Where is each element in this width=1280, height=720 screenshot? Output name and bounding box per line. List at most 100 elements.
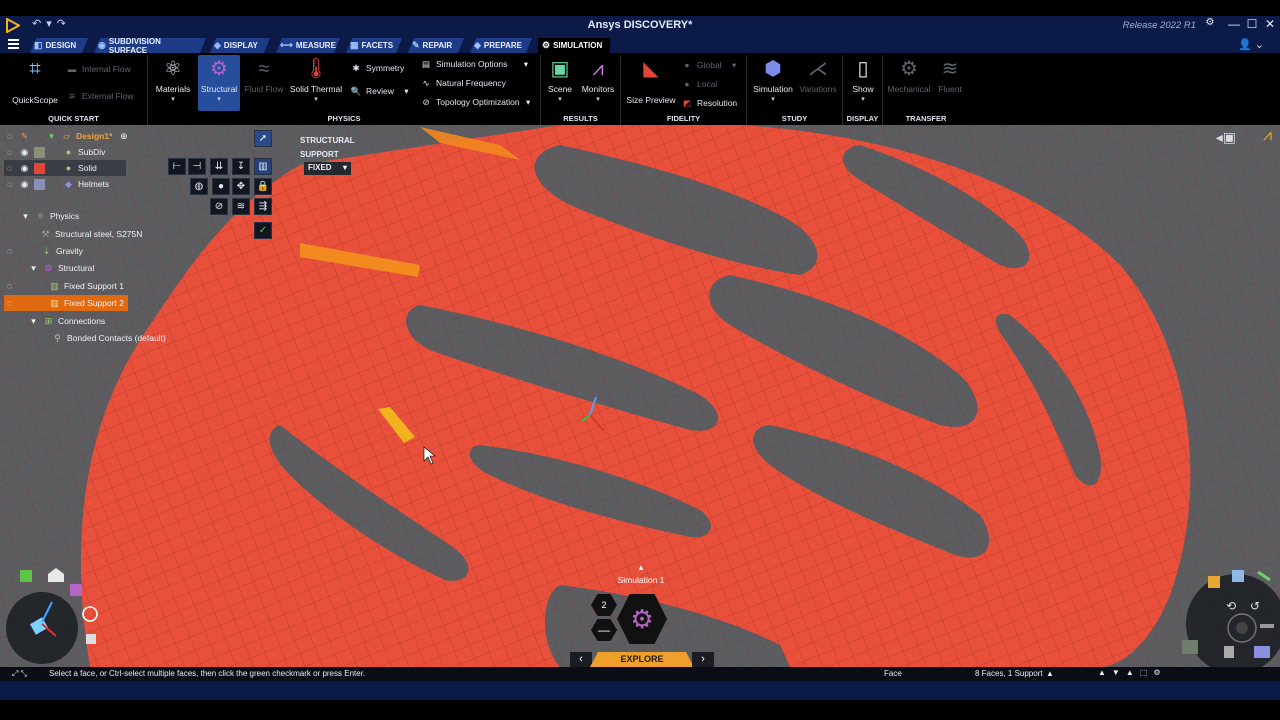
tab-label: Subdivision Surface [108, 36, 161, 55]
materials-button[interactable]: ⚛ Materials ▾ [152, 57, 194, 103]
tab-measure[interactable]: ⟷ Measure [276, 38, 340, 53]
tree-item-design[interactable]: ◌ ✎ ▾ ▱ Design1* ⊕ [4, 128, 133, 144]
selection-tools-icon[interactable]: ▲▼▲⬚⚙ [1098, 668, 1166, 677]
face-select-icon[interactable]: ⊢ [168, 158, 186, 175]
visibility-icon[interactable]: ◌ [4, 163, 15, 174]
tab-display[interactable]: ◈ Display [210, 38, 270, 53]
simulation-button[interactable]: ⬢ Simulation ▾ [751, 57, 795, 103]
fluid-flow-button[interactable]: ≈ Fluid Flow [244, 57, 284, 94]
expand-icon[interactable]: ▾ [46, 131, 57, 142]
view-cube-small-icon[interactable]: ◂▣ [1216, 129, 1236, 146]
eye-icon[interactable]: ◉ [19, 179, 30, 190]
previous-arrow-icon[interactable]: ‹ [570, 652, 592, 667]
eye-icon[interactable]: ◉ [19, 163, 30, 174]
tree-item-solid[interactable]: ◌ ◉ ● Solid [4, 160, 126, 176]
force-icon[interactable]: ↧ [232, 158, 250, 175]
local-button[interactable]: ● Local [681, 79, 717, 89]
visibility-icon[interactable]: ◌ [4, 281, 15, 292]
remote-icon[interactable]: ⇶ [254, 198, 272, 215]
minimize-button[interactable]: — [1226, 17, 1242, 31]
bolt-icon[interactable]: ⊘ [210, 198, 228, 215]
load-down-icon[interactable]: ⇊ [210, 158, 228, 175]
monitors-button[interactable]: ⩘ Monitors ▾ [579, 57, 617, 103]
visibility-icon[interactable]: ◌ [4, 131, 15, 142]
sphere-support-icon[interactable]: ● [212, 178, 230, 195]
edge-select-icon[interactable]: ⊣ [188, 158, 206, 175]
monitors-icon: ⩘ [592, 58, 604, 80]
tab-simulation[interactable]: ⚙ Simulation [538, 38, 610, 53]
fluent-button[interactable]: ≋ Fluent [933, 57, 967, 94]
checkmark-icon[interactable]: ✓ [254, 222, 272, 239]
tree-item-structural[interactable]: ▾ ⚙ Structural [28, 260, 94, 276]
tab-design[interactable]: ◧ Design [30, 38, 88, 53]
monitors-overlay-icon[interactable]: ⩘ [1263, 127, 1272, 145]
explore-button[interactable]: Explore [590, 652, 694, 667]
close-button[interactable]: ✕ [1262, 17, 1278, 31]
natural-frequency-button[interactable]: ∿ Natural Frequency [420, 78, 505, 89]
tab-repair[interactable]: ✎ Repair [408, 38, 464, 53]
view-navigation-widget[interactable]: ⟲ ↺ [1174, 562, 1280, 668]
topology-optimization-button[interactable]: ⊘ Topology Optimization ▾ [420, 97, 530, 108]
spring-icon[interactable]: ≋ [232, 198, 250, 215]
fluid-flow-label: Fluid Flow [244, 84, 284, 94]
review-button[interactable]: 🔍 Review ▾ [350, 86, 409, 97]
tree-item-material[interactable]: ⚒ Structural steel, S275N [40, 226, 142, 242]
variations-button[interactable]: ⋌ Variations [797, 57, 839, 94]
selection-summary[interactable]: 8 Faces, 1 Support [975, 669, 1043, 678]
scene-button[interactable]: ▣ Scene ▾ [543, 57, 577, 103]
structural-icon: ⚙ [44, 262, 53, 273]
settings-icon[interactable]: ⚙ [1202, 17, 1218, 28]
visibility-icon[interactable]: ◌ [4, 147, 15, 158]
eye-icon[interactable]: ◉ [19, 147, 30, 158]
show-button[interactable]: ▯ Show ▾ [847, 57, 879, 103]
tab-subdivision-surface[interactable]: ◉ Subdivision Surface [94, 38, 206, 53]
fixed-support-tool-icon[interactable]: ▥ [254, 158, 272, 175]
solid-thermal-button[interactable]: 🌡 Solid Thermal ▾ [288, 57, 344, 103]
tree-item-connections[interactable]: ▾ ⊞ Connections [28, 313, 105, 329]
visibility-icon[interactable]: ◌ [4, 179, 15, 190]
select-arrow-icon[interactable]: ➚ [254, 130, 272, 147]
view-orientation-widget[interactable] [4, 562, 108, 666]
tree-item-physics[interactable]: ▾ ⚛ Physics [20, 208, 79, 224]
tab-label: Display [223, 41, 258, 50]
pin-support-icon[interactable]: ◍ [190, 178, 208, 195]
tree-item-subdiv[interactable]: ◌ ◉ ● SubDiv [4, 144, 105, 160]
chevron-up-icon[interactable]: ▲ [637, 563, 645, 572]
user-icon[interactable]: 👤 ⌄ [1238, 38, 1264, 51]
quickscope-button[interactable]: ⌗ QuickScope [10, 57, 60, 105]
maximize-button[interactable]: ☐ [1244, 17, 1260, 31]
tree-item-fixed-support-2[interactable]: ◌ ▥ Fixed Support 2 [4, 295, 128, 311]
lock-icon[interactable]: 🔒 [254, 178, 272, 195]
visibility-icon[interactable]: ◌ [4, 246, 15, 257]
tree-item-bonded-contacts[interactable]: ⚲ Bonded Contacts (default) [52, 330, 166, 346]
resolution-button[interactable]: ◩ Resolution [681, 98, 737, 109]
variations-icon: ⋌ [808, 58, 828, 80]
chevron-down-icon: ▾ [526, 97, 531, 107]
tab-facets[interactable]: ▦ Facets [346, 38, 402, 53]
expand-icon[interactable]: ▾ [20, 211, 31, 222]
global-button[interactable]: ● Global ▾ [681, 60, 736, 71]
tree-item-fixed-support-1[interactable]: ◌ ▥ Fixed Support 1 [4, 278, 124, 294]
move-support-icon[interactable]: ✥ [232, 178, 250, 195]
simulation-options-button[interactable]: ▤ Simulation Options ▾ [420, 59, 528, 70]
hamburger-menu-icon[interactable] [8, 39, 19, 49]
support-type-dropdown[interactable]: Fixed ▾ [304, 162, 351, 175]
tab-label: Prepare [483, 41, 523, 50]
tree-item-gravity[interactable]: ◌ ⇣ Gravity [4, 243, 83, 259]
internal-flow-button[interactable]: ▬ Internal Flow [66, 64, 131, 74]
external-flow-button[interactable]: ≋ External Flow [66, 91, 133, 102]
expand-icon[interactable]: ▾ [28, 263, 39, 274]
chevron-up-icon[interactable]: ▲ [1046, 669, 1054, 678]
tab-label: Simulation [553, 41, 603, 50]
structural-button[interactable]: ⚙ Structural ▾ [198, 55, 240, 111]
expand-icon[interactable]: ▾ [28, 316, 39, 327]
size-preview-button[interactable]: ◣ Size Preview [625, 57, 677, 105]
tab-prepare[interactable]: ◆ Prepare [470, 38, 532, 53]
tab-label: Design [45, 41, 77, 50]
group-results: ▣ Scene ▾ ⩘ Monitors ▾ Results [541, 55, 621, 125]
symmetry-button[interactable]: ✱ Symmetry [350, 63, 404, 74]
next-arrow-icon[interactable]: › [692, 652, 714, 667]
visibility-icon[interactable]: ◌ [4, 298, 15, 309]
mechanical-button[interactable]: ⚙ Mechanical [885, 57, 933, 94]
tree-item-helmets[interactable]: ◌ ◉ ◆ Helmets [4, 176, 109, 192]
